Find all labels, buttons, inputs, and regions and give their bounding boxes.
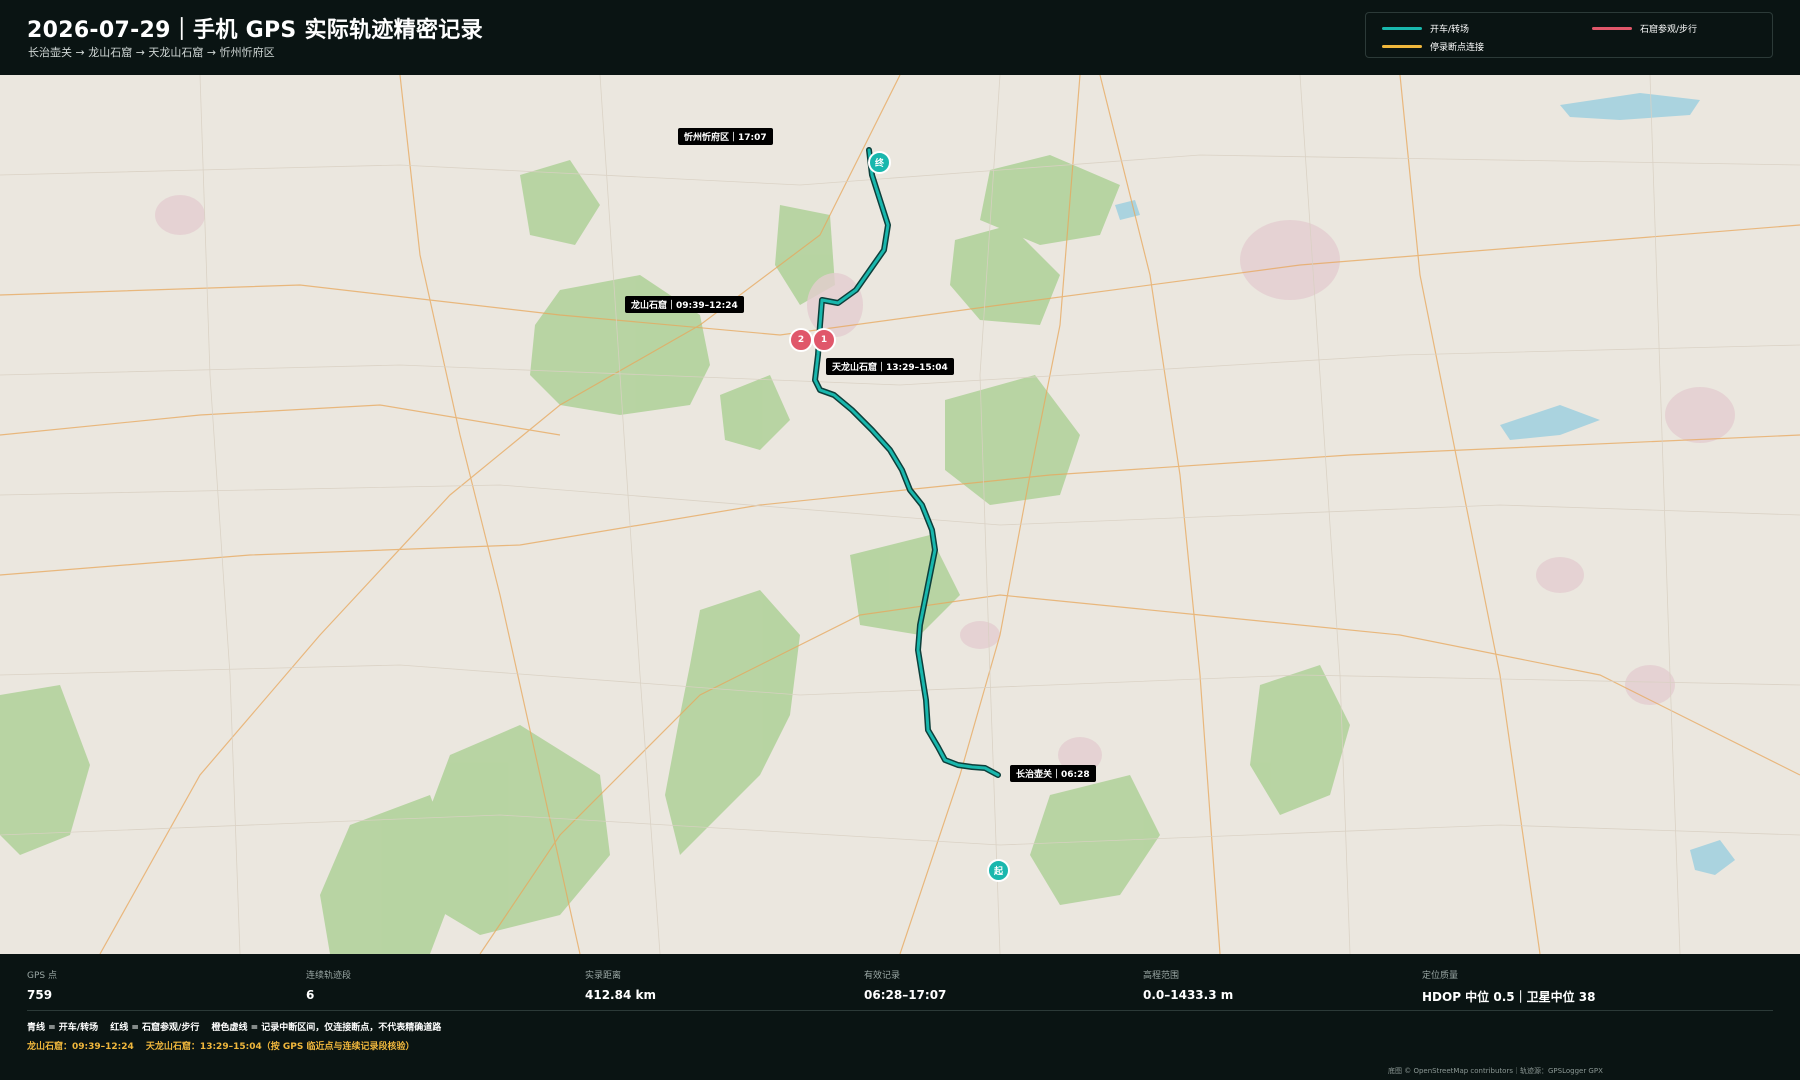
divider: [27, 1010, 1773, 1011]
start-marker[interactable]: 起: [987, 859, 1010, 882]
legend-note: 青线 = 开车/转场 红线 = 石窟参观/步行 橙色虚线 = 记录中断区间，仅连…: [27, 1023, 442, 1033]
urban-areas: [155, 195, 1735, 773]
stat-label: 定位质量: [1422, 971, 1459, 981]
forest-areas: [0, 155, 1350, 954]
roads-minor: [0, 75, 1800, 954]
legend-item-gap: 停录断点连接: [1382, 40, 1484, 53]
legend-item-drive: 开车/转场: [1382, 22, 1469, 35]
end-marker[interactable]: 终: [868, 151, 891, 174]
site-marker-2[interactable]: 2: [789, 328, 813, 352]
map-view[interactable]: 终 2 1 起 忻州忻府区｜17:07 龙山石窟｜09:39–12:24 天龙山…: [0, 75, 1800, 954]
stat-distance: 实录距离 412.84 km: [585, 968, 656, 1002]
stat-label: 高程范围: [1143, 971, 1180, 981]
legend-label-gap: 停录断点连接: [1430, 43, 1485, 53]
attribution: 底图 © OpenStreetMap contributors｜轨迹源：GPSL…: [1388, 1067, 1603, 1075]
water-areas: [1115, 93, 1735, 875]
site-marker-1[interactable]: 1: [812, 328, 836, 352]
stat-segments: 连续轨迹段 6: [306, 968, 351, 1002]
legend-label-walk: 石窟参观/步行: [1640, 25, 1698, 35]
stat-gps-points: GPS 点 759: [27, 968, 57, 1002]
stat-value: 412.84 km: [585, 988, 656, 1002]
site-times-note: 龙山石窟：09:39–12:24 天龙山石窟：13:29–15:04（按 GPS…: [27, 1042, 415, 1052]
stat-label: 有效记录: [864, 971, 901, 981]
stat-value: 0.0–1433.3 m: [1143, 988, 1234, 1002]
stat-time: 有效记录 06:28–17:07: [864, 968, 946, 1002]
stat-quality: 定位质量 HDOP 中位 0.5｜卫星中位 38: [1422, 968, 1596, 1005]
stat-value: 6: [306, 988, 315, 1002]
legend-swatch-drive: [1382, 27, 1422, 30]
header: 2026-07-29｜手机 GPS 实际轨迹精密记录 长治壶关 → 龙山石窟 →…: [0, 0, 1800, 75]
label-changzhi: 长治壶关｜06:28: [1010, 765, 1096, 782]
stat-value: HDOP 中位 0.5｜卫星中位 38: [1422, 990, 1596, 1004]
stat-value: 06:28–17:07: [864, 988, 947, 1002]
page-title: 2026-07-29｜手机 GPS 实际轨迹精密记录: [27, 18, 483, 43]
legend-label-drive: 开车/转场: [1430, 25, 1470, 35]
legend-swatch-gap: [1382, 45, 1422, 48]
legend-item-walk: 石窟参观/步行: [1592, 22, 1697, 35]
route-subtitle: 长治壶关 → 龙山石窟 → 天龙山石窟 → 忻州忻府区: [28, 46, 275, 59]
legend-swatch-walk: [1592, 27, 1632, 30]
label-tianlongshan: 天龙山石窟｜13:29–15:04: [826, 358, 954, 375]
stat-label: 连续轨迹段: [306, 971, 352, 981]
map-canvas: [0, 75, 1800, 954]
stats-panel: GPS 点 759 连续轨迹段 6 实录距离 412.84 km 有效记录 06…: [0, 954, 1800, 1080]
stat-elevation: 高程范围 0.0–1433.3 m: [1143, 968, 1233, 1002]
roads-major: [0, 75, 1800, 954]
label-longshan: 龙山石窟｜09:39–12:24: [625, 296, 744, 313]
stat-value: 759: [27, 988, 53, 1002]
label-xinzhou: 忻州忻府区｜17:07: [678, 128, 773, 145]
stat-label: GPS 点: [27, 971, 57, 981]
stat-label: 实录距离: [585, 971, 622, 981]
legend: 开车/转场 石窟参观/步行 停录断点连接: [1365, 12, 1773, 58]
